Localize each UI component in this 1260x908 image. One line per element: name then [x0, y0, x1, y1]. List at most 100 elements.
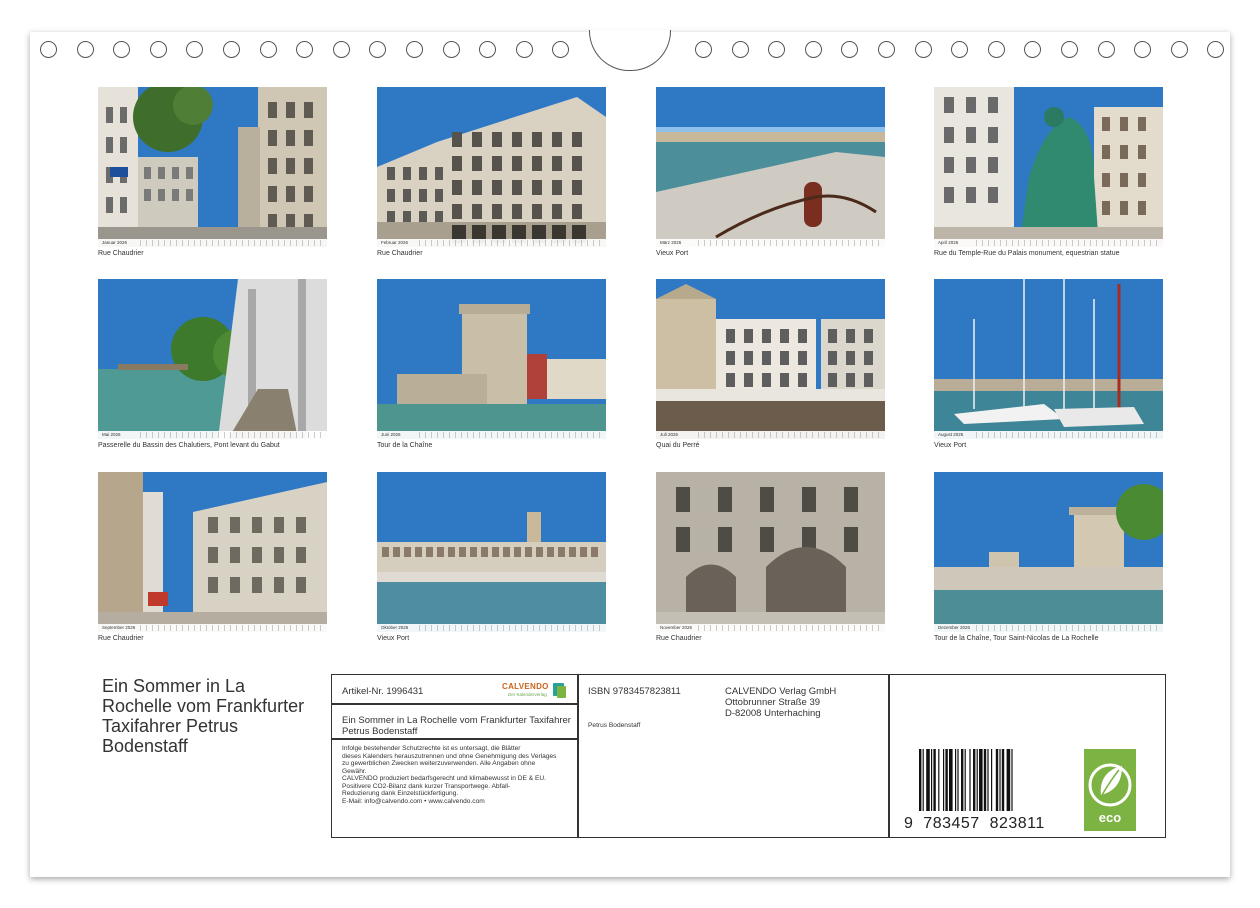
binding-ring-hole: [552, 41, 570, 58]
photo-image: [934, 279, 1163, 439]
article-number: Artikel-Nr. 1996431: [342, 686, 424, 697]
month-label: August 2026: [938, 432, 964, 437]
binding-ring-hole: [149, 41, 167, 58]
month-label: Juni 2026: [381, 432, 401, 437]
month-photo: Juli 2026: [656, 279, 885, 439]
legal-notice: Infolge bestehender Schutzrechte ist es …: [342, 745, 574, 805]
photo-caption: Vieux Port: [934, 442, 967, 449]
binding-ring-hole: [841, 41, 859, 58]
month-photo: Februar 2026: [377, 87, 606, 247]
photo-image: [98, 472, 327, 632]
day-ticks: [976, 240, 1159, 246]
day-ticks: [419, 625, 602, 631]
publisher-line: CALVENDO Verlag GmbH: [725, 686, 837, 697]
mini-calendar-strip: April 2026: [934, 239, 1163, 247]
day-ticks: [140, 240, 323, 246]
day-ticks: [698, 432, 881, 438]
photo-caption: Passerelle du Bassin des Chalutiers, Pon…: [98, 442, 280, 449]
photo-image: [98, 87, 327, 247]
info-panel: Artikel-Nr. 1996431 CALVENDO Der Kalende…: [331, 674, 1166, 838]
binding-ring-hole: [951, 41, 969, 58]
photo-caption: Rue du Temple-Rue du Palais monument, eq…: [934, 250, 1120, 257]
binding-ring-hole: [223, 41, 240, 58]
photo-caption: Rue Chaudrier: [377, 250, 423, 257]
publisher-line: Ottobrunner Straße 39: [725, 697, 821, 708]
binding-ring-hole: [186, 41, 204, 58]
publisher-address: CALVENDO Verlag GmbH Ottobrunner Straße 3…: [725, 686, 836, 719]
month-label: Mai 2026: [102, 432, 121, 437]
binding-ring-hole: [515, 41, 533, 58]
photo-caption: Quai du Perré: [656, 442, 700, 449]
binding-ring-hole: [442, 41, 460, 58]
photo-image: [934, 87, 1163, 247]
month-label: Februar 2026: [381, 240, 409, 245]
month-photo: Juni 2026: [377, 279, 606, 439]
month-label: Dezember 2026: [938, 625, 971, 630]
calvendo-logo-text: CALVENDO: [502, 682, 549, 691]
binding-ring-hole: [40, 41, 57, 58]
binding-ring-hole: [804, 41, 822, 58]
binding-ring-hole: [1024, 41, 1042, 58]
legal-line: Reduzierung dank Einzelstückfertigung.: [342, 790, 459, 797]
binding-ring-hole: [296, 41, 314, 58]
binding-ring-hole: [695, 41, 712, 58]
photo-caption: Tour de la Chaîne, Tour Saint-Nicolas de…: [934, 635, 1099, 642]
binding-ring-hole: [987, 41, 1005, 58]
month-photo: April 2026: [934, 87, 1163, 247]
calvendo-tagline: Der Kalenderverlag: [508, 692, 547, 697]
month-photo: Januar 2026: [98, 87, 327, 247]
month-photo: September 2026: [98, 472, 327, 632]
day-ticks: [698, 625, 881, 631]
photo-image: [377, 87, 606, 247]
month-photo: Dezember 2026: [934, 472, 1163, 632]
photo-image: [656, 87, 885, 247]
month-photo: Oktober 2026: [377, 472, 606, 632]
binding-ring-hole: [731, 41, 749, 58]
month-label: November 2026: [660, 625, 693, 630]
month-label: März 2026: [660, 240, 682, 245]
binding-ring-hole: [479, 41, 497, 58]
calendar-title: Ein Sommer in La Rochelle vom Frankfurte…: [102, 676, 305, 756]
mini-calendar-strip: Juni 2026: [377, 431, 606, 439]
mini-calendar-strip: Juli 2026: [656, 431, 885, 439]
publisher-line: D-82008 Unterhaching: [725, 708, 821, 719]
legal-line: dieses Kalenders herauszutrennen und ohn…: [342, 752, 557, 760]
mini-calendar-strip: November 2026: [656, 624, 885, 632]
day-ticks: [976, 432, 1159, 438]
photo-image: [377, 472, 606, 632]
month-label: September 2026: [102, 625, 136, 630]
calvendo-logo: CALVENDO Der Kalenderverlag: [502, 681, 568, 699]
binding-ring-hole: [406, 41, 423, 58]
barcode: [919, 749, 1013, 811]
month-photo: Mai 2026: [98, 279, 327, 439]
author-name: Petrus Bodenstaff: [588, 722, 641, 729]
legal-line: E-Mail: info@calvendo.com • www.calvendo…: [342, 797, 485, 805]
day-ticks: [419, 240, 602, 246]
mini-calendar-strip: September 2026: [98, 624, 327, 632]
photo-image: [656, 279, 885, 439]
binding-ring-hole: [1097, 41, 1115, 58]
photo-image: [377, 279, 606, 439]
photo-image: [98, 279, 327, 439]
month-label: Oktober 2026: [381, 625, 409, 630]
photo-caption: Tour de la Chaîne: [377, 442, 433, 449]
binding-ring-hole: [113, 41, 131, 58]
isbn: ISBN 9783457823811: [588, 686, 681, 697]
mini-calendar-strip: Januar 2026: [98, 239, 327, 247]
month-label: Juli 2026: [660, 432, 679, 437]
month-label: Januar 2026: [102, 240, 128, 245]
binding-ring-hole: [259, 41, 277, 58]
eco-badge: eco: [1084, 749, 1136, 831]
legal-line: Infolge bestehender Schutzrechte ist es …: [342, 745, 521, 752]
day-ticks: [698, 240, 881, 246]
binding-ring-hole: [1170, 41, 1188, 58]
calvendo-mark-accent-icon: [557, 686, 566, 698]
day-ticks: [140, 625, 323, 631]
mini-calendar-strip: März 2026: [656, 239, 885, 247]
mini-calendar-strip: Dezember 2026: [934, 624, 1163, 632]
title-box: Ein Sommer in La Rochelle vom Frankfurte…: [342, 715, 571, 737]
mini-calendar-strip: Februar 2026: [377, 239, 606, 247]
binding-ring-hole: [369, 41, 387, 58]
photo-image: [934, 472, 1163, 632]
mini-calendar-strip: Mai 2026: [98, 431, 327, 439]
